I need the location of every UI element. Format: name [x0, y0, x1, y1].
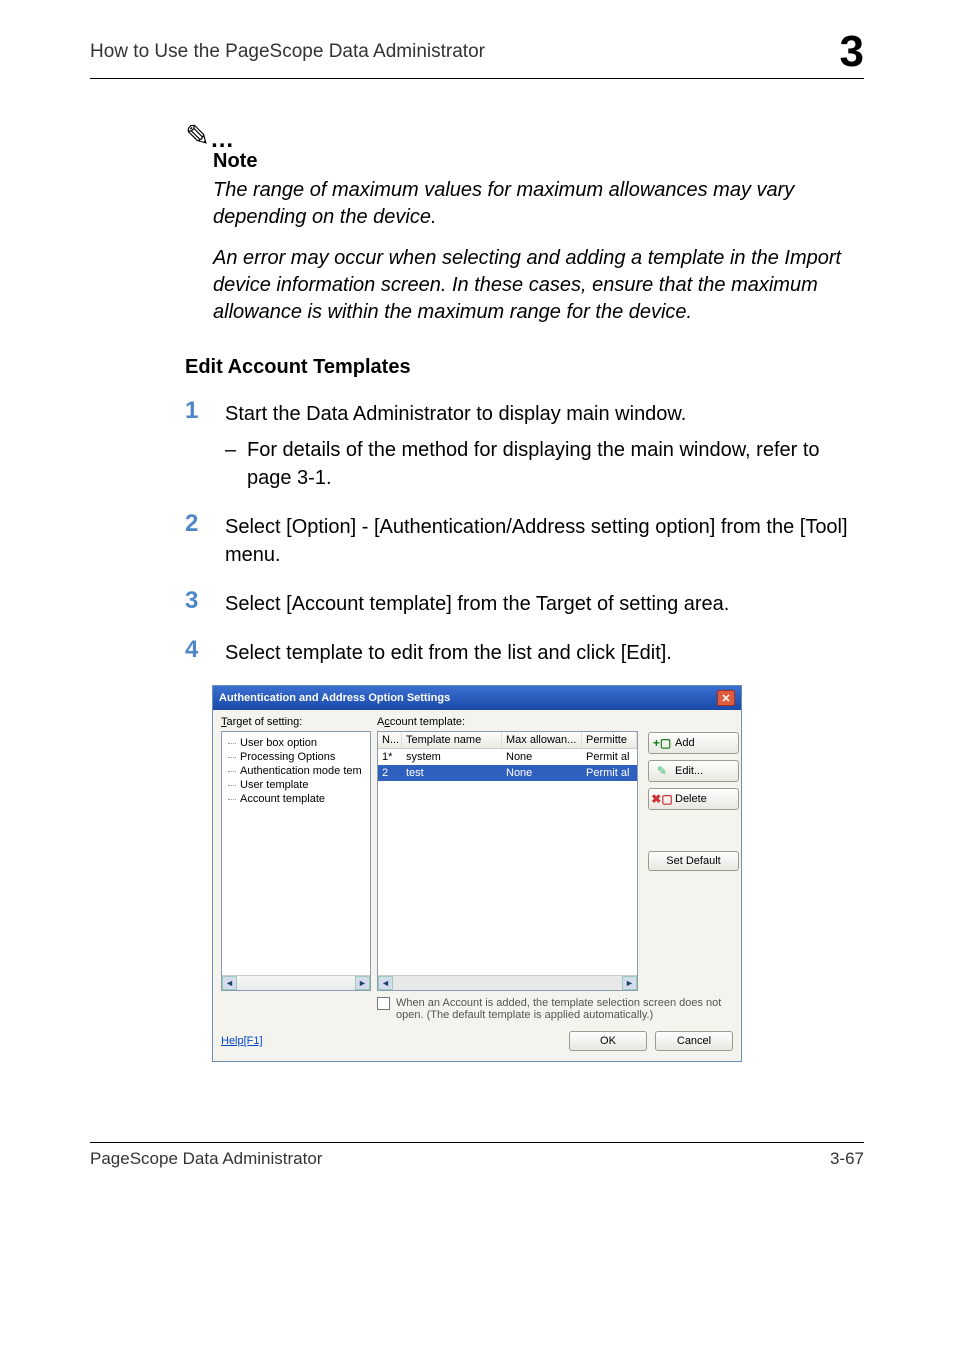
- step-number-4: 4: [185, 636, 225, 667]
- target-tree[interactable]: User box option Processing Options Authe…: [221, 731, 371, 991]
- scroll-right-icon[interactable]: ►: [622, 976, 637, 990]
- tree-item-authmode[interactable]: Authentication mode tem: [224, 764, 368, 778]
- note-text-2: An error may occur when selecting and ad…: [213, 245, 864, 326]
- edit-icon: ✎: [655, 764, 669, 778]
- step-number-2: 2: [185, 510, 225, 569]
- section-heading: Edit Account Templates: [185, 356, 864, 379]
- note-text-1: The range of maximum values for maximum …: [213, 177, 864, 231]
- scroll-left-icon[interactable]: ◄: [222, 976, 237, 990]
- tree-scrollbar[interactable]: ◄ ►: [222, 975, 370, 990]
- cancel-button[interactable]: Cancel: [655, 1031, 733, 1051]
- note-heading: Note: [213, 150, 864, 173]
- step-text-2: Select [Option] - [Authentication/Addres…: [225, 510, 864, 569]
- running-header: How to Use the PageScope Data Administra…: [90, 41, 820, 63]
- target-label: TTarget of setting:arget of setting:: [221, 716, 371, 728]
- options-dialog: Authentication and Address Option Settin…: [212, 685, 742, 1062]
- footer-pagenum: 3-67: [830, 1149, 864, 1169]
- delete-button[interactable]: ✖▢ Delete: [648, 788, 739, 810]
- step-text-1: Start the Data Administrator to display …: [225, 400, 864, 428]
- template-table[interactable]: N... Template name Max allowan... Permit…: [377, 731, 638, 991]
- note-icon: ✎…: [185, 119, 864, 154]
- delete-icon: ✖▢: [655, 792, 669, 806]
- close-button[interactable]: ✕: [717, 690, 735, 706]
- step-text-4: Select template to edit from the list an…: [225, 636, 672, 667]
- chapter-number: 3: [820, 30, 864, 74]
- edit-button[interactable]: ✎ Edit...: [648, 760, 739, 782]
- col-n[interactable]: N...: [378, 732, 402, 748]
- step-number-3: 3: [185, 587, 225, 618]
- add-button[interactable]: +▢ Add: [648, 732, 739, 754]
- account-template-label: Account template:: [377, 716, 638, 728]
- auto-template-checkbox[interactable]: [377, 997, 390, 1010]
- scroll-left-icon[interactable]: ◄: [378, 976, 393, 990]
- col-permitted[interactable]: Permitte: [582, 732, 637, 748]
- table-row[interactable]: 1* system None Permit al: [378, 749, 637, 765]
- tree-item-accounttemplate[interactable]: Account template: [224, 792, 368, 806]
- add-icon: +▢: [655, 736, 669, 750]
- set-default-button[interactable]: Set Default: [648, 851, 739, 871]
- footer-product: PageScope Data Administrator: [90, 1149, 830, 1169]
- auto-template-label: When an Account is added, the template s…: [396, 997, 733, 1021]
- tree-item-processing[interactable]: Processing Options: [224, 750, 368, 764]
- table-row[interactable]: 2 test None Permit al: [378, 765, 637, 781]
- help-link[interactable]: Help[F1]: [221, 1035, 263, 1047]
- col-template-name[interactable]: Template name: [402, 732, 502, 748]
- scroll-right-icon[interactable]: ►: [355, 976, 370, 990]
- col-max-allowance[interactable]: Max allowan...: [502, 732, 582, 748]
- step-text-3: Select [Account template] from the Targe…: [225, 587, 729, 618]
- ok-button[interactable]: OK: [569, 1031, 647, 1051]
- dialog-title: Authentication and Address Option Settin…: [219, 692, 717, 704]
- tree-item-usertemplate[interactable]: User template: [224, 778, 368, 792]
- step-number-1: 1: [185, 397, 225, 492]
- close-icon: ✕: [721, 692, 730, 705]
- table-scrollbar[interactable]: ◄ ►: [378, 975, 637, 990]
- step-1-sub: –For details of the method for displayin…: [225, 436, 864, 492]
- tree-item-userbox[interactable]: User box option: [224, 736, 368, 750]
